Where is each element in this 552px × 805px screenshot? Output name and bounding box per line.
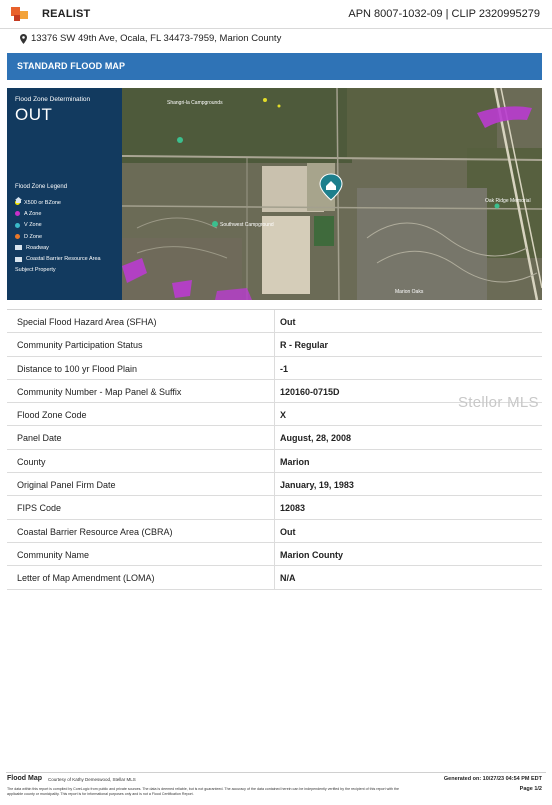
address-text: 13376 SW 49th Ave, Ocala, FL 34473-7959,… (31, 33, 282, 44)
property-address: 13376 SW 49th Ave, Ocala, FL 34473-7959,… (20, 33, 281, 44)
map-place-label: Shangri-la Campgrounds (167, 100, 223, 106)
brand-name: REALIST (42, 8, 91, 20)
row-value: August, 28, 2008 (280, 433, 352, 444)
row-value: R - Regular (280, 340, 329, 351)
legend-item: Subject Property (15, 197, 101, 276)
table-row: Letter of Map Amendment (LOMA) N/A (7, 566, 542, 590)
row-key: County (17, 456, 46, 467)
row-value: Out (280, 317, 296, 327)
footer-generated: Generated on: 10/27/23 04:54 PM EDT (443, 776, 542, 782)
row-value: 120160-0715D (280, 386, 340, 397)
cyan-dot-icon (15, 222, 20, 228)
row-value: Marion County (280, 549, 343, 560)
legend-title: Flood Zone Legend (15, 184, 68, 190)
legend-label: Subject Property (15, 267, 56, 274)
flood-data-table: Special Flood Hazard Area (SFHA) Out Comm… (7, 309, 542, 590)
house-icon (15, 197, 22, 203)
row-key: Community Name (17, 549, 90, 560)
footer-courtesy: Courtesy of Kathy Demeswood, Stellar MLS (48, 777, 136, 782)
legend-label: A Zone (24, 210, 42, 217)
table-row: Community Participation Status R - Regula… (7, 333, 542, 357)
legend-label: D Zone (24, 233, 43, 240)
flood-zone-panel: Flood Zone Determination OUT Flood Zone … (7, 88, 122, 300)
legend-label: Roadway (26, 244, 49, 251)
location-pin-icon (20, 33, 27, 44)
table-row: FIPS Code 12083 (7, 496, 542, 520)
footer-title: Flood Map (7, 775, 42, 782)
legend-label: V Zone (24, 222, 42, 229)
table-row: Distance to 100 yr Flood Plain -1 (7, 356, 542, 380)
page-number: Page 1/2 (519, 786, 542, 792)
table-row: Panel Date August, 28, 2008 (7, 426, 542, 450)
row-key: Coastal Barrier Resource Area (CBRA) (17, 526, 173, 537)
row-value: N/A (280, 573, 296, 584)
row-key: Special Flood Hazard Area (SFHA) (17, 317, 157, 327)
row-key: FIPS Code (17, 503, 62, 514)
legend-item: V Zone (15, 220, 101, 231)
roadway-square-icon (15, 245, 22, 251)
header-divider (0, 28, 552, 29)
flood-map[interactable]: Shangri-la Campgrounds Southwest Campgro… (7, 88, 542, 300)
legend-item: Roadway (15, 242, 101, 253)
row-key: Panel Date (17, 433, 62, 444)
flood-zone-label: Flood Zone Determination (15, 96, 91, 103)
table-row: Community Name Marion County (7, 542, 542, 567)
row-value: 12083 (280, 503, 306, 514)
row-key: Letter of Map Amendment (LOMA) (17, 573, 155, 584)
report-header: REALIST APN 8007-1032-09 | CLIP 23209952… (0, 0, 552, 30)
row-value: X (280, 410, 287, 421)
purple-dot-icon (15, 211, 20, 217)
row-value: Out (280, 526, 296, 537)
row-key: Flood Zone Code (17, 410, 87, 421)
footer-divider (6, 772, 546, 773)
realist-logo-icon (11, 7, 28, 21)
map-place-label: Marion Oaks (395, 289, 424, 295)
legend-item: D Zone (15, 231, 101, 242)
section-banner: STANDARD FLOOD MAP (7, 53, 542, 80)
legend-item: X500 or BZone (15, 197, 101, 208)
table-row: Special Flood Hazard Area (SFHA) Out (7, 310, 542, 334)
row-key: Community Number - Map Panel & Suffix (17, 386, 182, 397)
map-place-label: Southwest Campground (220, 222, 274, 228)
cbra-square-icon (15, 256, 22, 262)
legend-label: X500 or BZone (24, 199, 61, 206)
table-row: County Marion (7, 449, 542, 474)
row-value: January, 19, 1983 (280, 480, 354, 491)
row-key: Distance to 100 yr Flood Plain (17, 363, 138, 374)
table-row: Coastal Barrier Resource Area (CBRA) Out (7, 519, 542, 543)
row-key: Original Panel Firm Date (17, 480, 116, 491)
stellar-mls-watermark: Stellor MLS (458, 394, 539, 411)
legend-label: Coastal Barrier Resource Area (26, 256, 101, 263)
flood-zone-legend: X500 or BZone A Zone V Zone D Zone Roadw… (15, 197, 101, 276)
map-place-label: Oak Ridge Memorial (485, 198, 531, 204)
flood-zone-value: OUT (15, 105, 53, 124)
legend-item: A Zone (15, 208, 101, 219)
row-key: Community Participation Status (17, 340, 143, 351)
footer-disclaimer: The data within this report is compiled … (7, 787, 400, 796)
banner-title: STANDARD FLOOD MAP (17, 61, 126, 71)
orange-dot-icon (15, 234, 20, 240)
row-value: -1 (280, 363, 289, 374)
row-value: Marion (280, 456, 310, 467)
table-row: Original Panel Firm Date January, 19, 198… (7, 473, 542, 497)
legend-item: Coastal Barrier Resource Area (15, 253, 101, 264)
apn-clip-label: APN 8007-1032-09 | CLIP 2320995279 (348, 8, 540, 20)
